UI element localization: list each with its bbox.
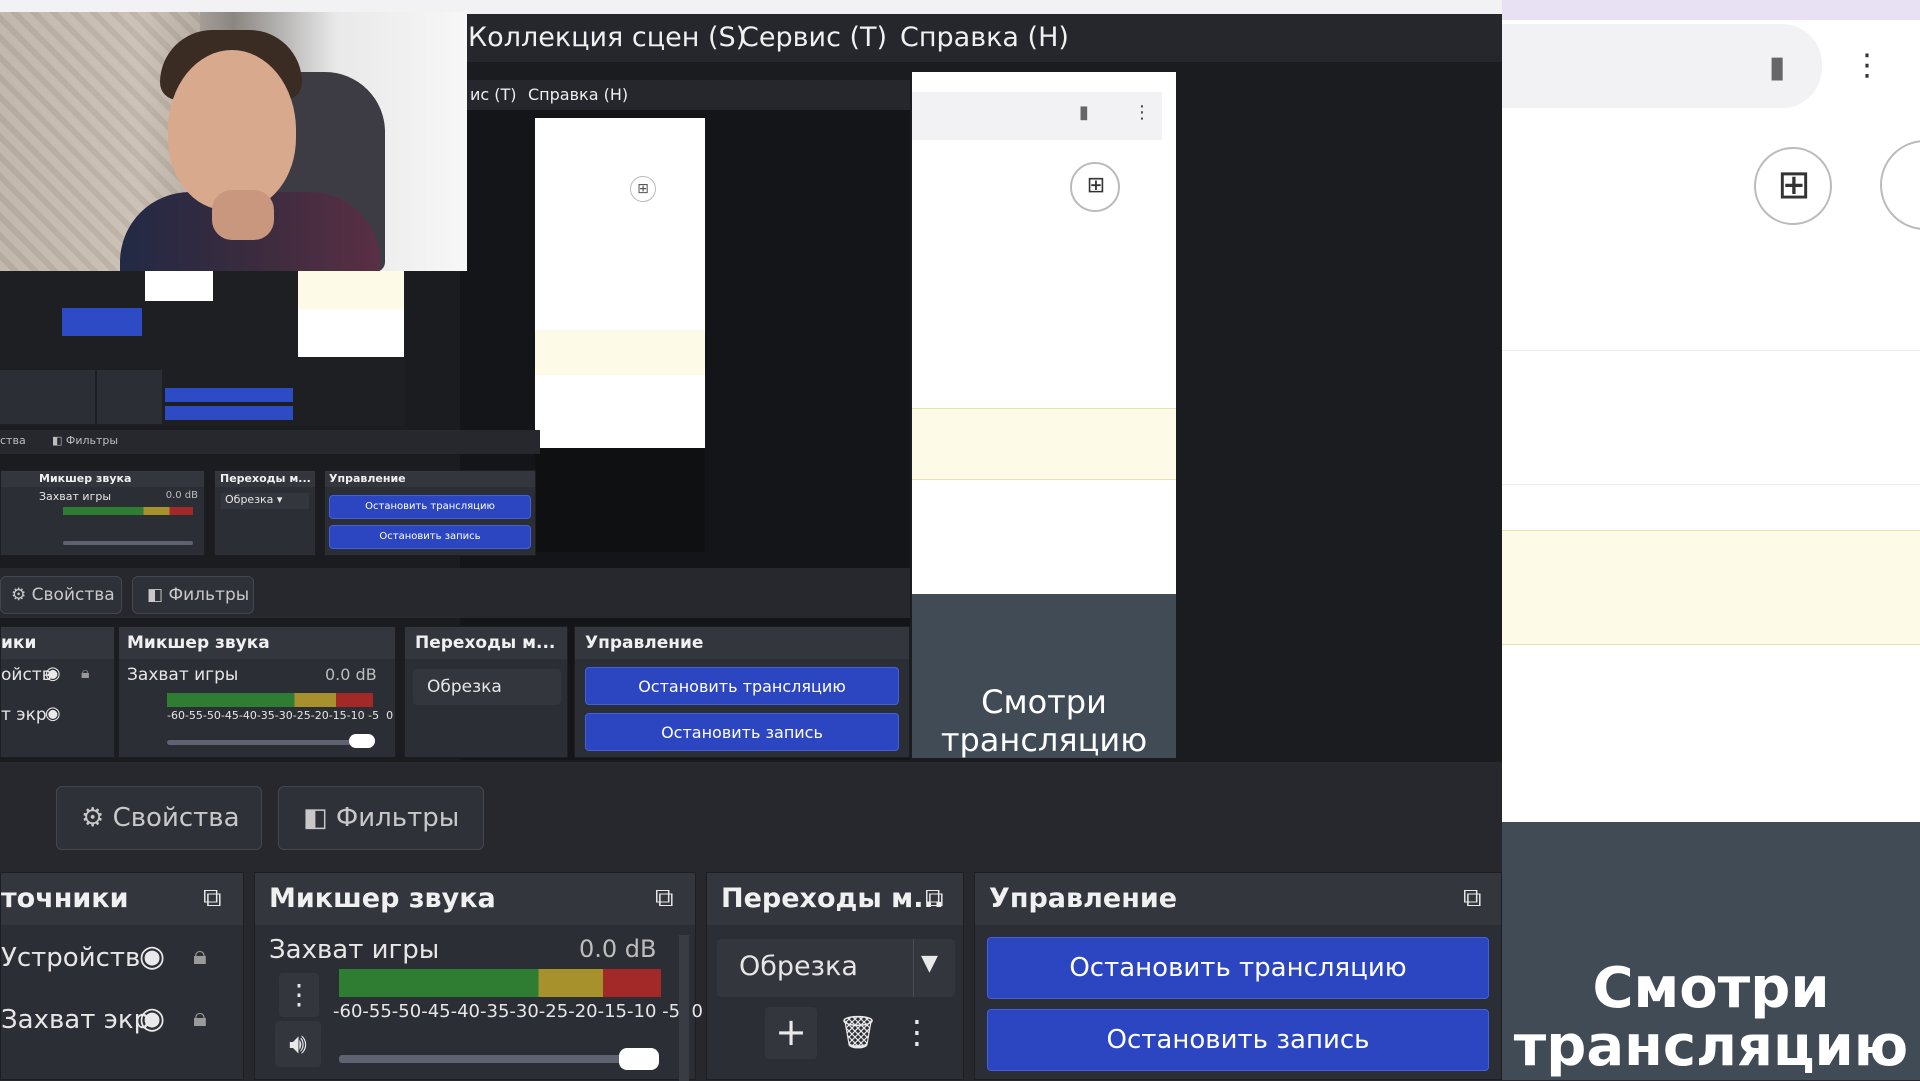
nested-browser-small-highlight bbox=[535, 330, 705, 375]
volume-slider bbox=[167, 740, 367, 745]
volume-knob bbox=[349, 734, 375, 748]
nested-mixer-dock: Микшер звука Захват игры 0.0 dB -60-55-5… bbox=[118, 626, 396, 758]
right-browser-window bbox=[1502, 0, 1920, 822]
lock-icon[interactable]: 🔒︎ bbox=[193, 1003, 207, 1034]
controls-dock-title: Управление bbox=[975, 873, 1501, 925]
nested-tiny-browser bbox=[298, 271, 404, 357]
nested-tiny-stop-stream bbox=[165, 388, 293, 402]
properties-bar: ⚙ Свойства ◧ Фильтры bbox=[0, 762, 1502, 862]
right-browser-tabbar bbox=[1502, 0, 1920, 20]
properties-tab-label: Свойства bbox=[112, 803, 240, 833]
nested-properties-tab-small: ства bbox=[0, 434, 26, 447]
nested-tiny-stop-record bbox=[165, 406, 293, 420]
webcam-feed bbox=[0, 12, 467, 271]
right-browser-highlight bbox=[1502, 530, 1920, 645]
kebab-icon[interactable]: ⋮ bbox=[1852, 48, 1882, 83]
dock-undock-icon[interactable]: ⧉ bbox=[655, 883, 674, 914]
nested-sources-dock: ики ойств ◉ 🔒︎ т экр ◉ bbox=[0, 626, 115, 758]
lock-icon: 🔒︎ bbox=[81, 663, 90, 682]
nested-transitions-small: Переходы м... Обрезка ▾ bbox=[214, 470, 316, 556]
audio-mixer-dock: Микшер звука ⧉ Захват игры 0.0 dB ⋮ -60-… bbox=[254, 872, 703, 1081]
dock-undock-icon[interactable]: ⧉ bbox=[925, 883, 944, 914]
nested-controls-dock: Управление Остановить трансляцию Останов… bbox=[574, 626, 910, 758]
mixer-dock-title: Микшер звука bbox=[255, 873, 695, 925]
nested-filters-tab: ◧ Фильтры bbox=[132, 576, 254, 614]
mixer-level: 0.0 dB bbox=[579, 935, 657, 963]
bookmark-icon: ▮ bbox=[1079, 102, 1089, 123]
nested-mixer-small: Микшер звука Захват игры 0.0 dB bbox=[0, 470, 205, 556]
filters-tab[interactable]: ◧ Фильтры bbox=[278, 786, 484, 850]
webcam-person-hand bbox=[212, 190, 274, 240]
gear-icon: ⚙ bbox=[11, 585, 27, 605]
speaker-icon[interactable]: 🔊︎ bbox=[275, 1021, 321, 1067]
sources-dock: точники ⧉ Устройств ◉ 🔒︎ Захват экр ◉ 🔒︎ bbox=[0, 872, 244, 1080]
chevron-down-icon: ▼ bbox=[921, 951, 938, 976]
nested-menu-help: Справка (H) bbox=[528, 85, 629, 104]
nested-transitions-dock: Переходы м... Обрезка bbox=[404, 626, 568, 758]
add-square-icon: ⊞ bbox=[1777, 162, 1811, 208]
nested-controls-small: Управление Остановить трансляцию Останов… bbox=[324, 470, 536, 556]
mixer-scrollbar[interactable] bbox=[679, 935, 689, 1081]
nested-tabs-row: ⚙ Свойства ◧ Фильтры bbox=[0, 568, 910, 618]
nested-filters-tab-small: ◧ Фильтры bbox=[52, 434, 119, 447]
filter-icon: ◧ bbox=[147, 585, 164, 605]
nested-menu-tools: ис (T) bbox=[470, 85, 517, 104]
audio-meter bbox=[167, 693, 373, 707]
filter-icon: ◧ bbox=[303, 803, 328, 833]
bookmark-icon[interactable]: ▮ bbox=[1762, 50, 1792, 85]
nested-tiny-transitions bbox=[97, 370, 162, 424]
dock-undock-icon[interactable]: ⧉ bbox=[1463, 883, 1482, 914]
nested-tiny-white bbox=[145, 271, 213, 301]
audio-meter bbox=[339, 969, 661, 997]
stop-stream-button[interactable]: Остановить трансляцию bbox=[987, 937, 1489, 999]
kebab-icon[interactable]: ⋮ bbox=[901, 1009, 933, 1055]
trash-icon[interactable]: 🗑︎ bbox=[835, 1009, 881, 1055]
eye-icon[interactable]: ◉ bbox=[139, 939, 165, 974]
right-browser-divider bbox=[1502, 350, 1920, 351]
controls-dock: Управление ⧉ Остановить трансляцию Остан… bbox=[974, 872, 1502, 1080]
add-square-icon: ⊞ bbox=[1086, 173, 1106, 198]
nested-tiny-controls bbox=[62, 308, 142, 336]
menu-scene-collection[interactable]: Коллекция сцен (S) bbox=[468, 14, 746, 62]
middle-browser-window bbox=[912, 72, 1176, 594]
source-item[interactable]: Захват экр ◉ 🔒︎ bbox=[1, 995, 245, 1045]
properties-tab[interactable]: ⚙ Свойства bbox=[56, 786, 262, 850]
kebab-icon: ⋮ bbox=[1133, 102, 1151, 123]
filters-tab-label: Фильтры bbox=[335, 803, 460, 833]
volume-slider[interactable] bbox=[339, 1055, 659, 1063]
source-item-label: Устройств bbox=[1, 943, 141, 973]
eye-icon: ◉ bbox=[45, 663, 61, 684]
menu-help[interactable]: Справка (H) bbox=[900, 14, 1069, 62]
menu-tools[interactable]: Сервис (T) bbox=[740, 14, 887, 62]
right-watch-text: Смотри трансляцию bbox=[1513, 956, 1909, 1079]
mixer-channel-name: Захват игры bbox=[269, 935, 440, 965]
kebab-icon[interactable]: ⋮ bbox=[279, 973, 319, 1017]
middle-browser-address bbox=[912, 92, 1162, 140]
plus-icon[interactable]: + bbox=[765, 1007, 817, 1059]
transition-selected: Обрезка bbox=[739, 951, 858, 982]
volume-knob[interactable] bbox=[619, 1048, 659, 1070]
stop-recording-button[interactable]: Остановить запись bbox=[987, 1009, 1489, 1071]
nested-properties-tab: ⚙ Свойства bbox=[0, 576, 122, 614]
nested-tabs-row-small: ства ◧ Фильтры bbox=[0, 430, 540, 454]
eye-icon: ◉ bbox=[45, 703, 61, 724]
dock-undock-icon[interactable]: ⧉ bbox=[203, 883, 222, 914]
middle-browser-highlight bbox=[912, 408, 1176, 480]
nested-browser-small-dark bbox=[535, 448, 705, 552]
meter-scale: -60-55-50-45-40-35-30-25-20-15-10 -5 0 bbox=[333, 1001, 703, 1022]
transitions-dock: Переходы м... ⧉ Обрезка ▼ + 🗑︎ ⋮ bbox=[706, 872, 964, 1080]
webcam-person-face bbox=[168, 50, 296, 210]
source-item[interactable]: Устройств ◉ 🔒︎ bbox=[1, 933, 245, 983]
eye-icon[interactable]: ◉ bbox=[139, 1001, 165, 1036]
add-square-icon: ⊞ bbox=[630, 176, 656, 202]
nested-menubar: ис (T) Справка (H) bbox=[460, 80, 910, 110]
right-browser-divider bbox=[1502, 484, 1920, 485]
transition-select[interactable]: Обрезка ▼ bbox=[717, 939, 955, 997]
gear-icon: ⚙ bbox=[81, 803, 105, 833]
lock-icon[interactable]: 🔒︎ bbox=[193, 941, 207, 972]
nested-tiny-mixer bbox=[0, 370, 95, 424]
source-item-label: Захват экр bbox=[1, 1005, 151, 1035]
middle-watch-text: Смотри трансляцию bbox=[940, 683, 1148, 759]
nested-browser-small bbox=[535, 118, 705, 448]
